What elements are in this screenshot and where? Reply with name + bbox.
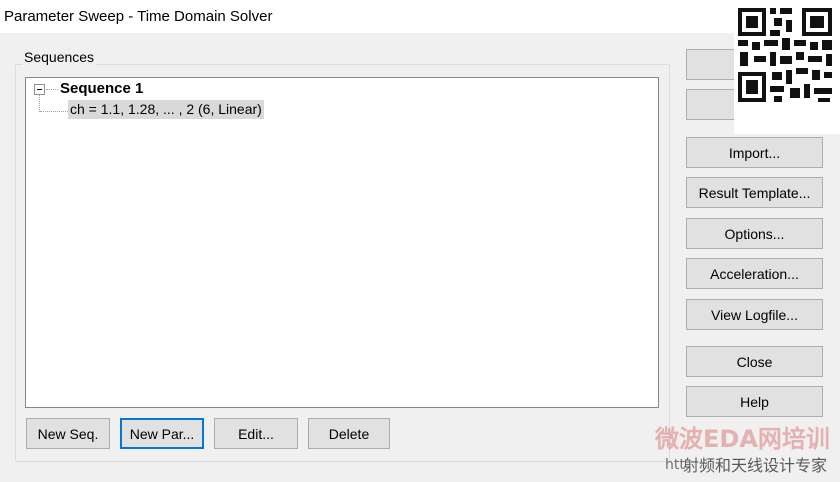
- tree-node-sequence-1[interactable]: Sequence 1: [60, 80, 143, 97]
- watermark-line2: 射频和天线设计专家: [683, 456, 827, 475]
- acceleration-button[interactable]: Acceleration...: [686, 258, 823, 289]
- qr-code-icon: [734, 0, 840, 134]
- watermark-line1: 微波EDA网培训: [655, 425, 830, 453]
- new-seq-button[interactable]: New Seq.: [26, 418, 110, 449]
- delete-button[interactable]: Delete: [308, 418, 390, 449]
- qr-code-overlay: [734, 0, 840, 134]
- tree-connector: [39, 95, 40, 112]
- watermark: 微波EDA网培训 htt 射频和天线设计专家: [654, 425, 840, 479]
- import-button[interactable]: Import...: [686, 137, 823, 168]
- tree-node-parameter[interactable]: ch = 1.1, 1.28, ... , 2 (6, Linear): [68, 100, 264, 119]
- collapse-icon[interactable]: [34, 84, 45, 95]
- options-button[interactable]: Options...: [686, 218, 823, 249]
- tree-connector: [40, 111, 68, 112]
- view-logfile-button[interactable]: View Logfile...: [686, 299, 823, 330]
- edit-button[interactable]: Edit...: [214, 418, 298, 449]
- watermark-logo: 微波EDA网培训 htt 射频和天线设计专家: [654, 425, 830, 475]
- sequences-group-label: Sequences: [22, 49, 97, 65]
- title-bar: Parameter Sweep - Time Domain Solver: [0, 0, 840, 33]
- help-button[interactable]: Help: [686, 386, 823, 417]
- tree-connector: [46, 89, 58, 90]
- window-title: Parameter Sweep - Time Domain Solver: [4, 8, 273, 25]
- close-button[interactable]: Close: [686, 346, 823, 377]
- result-template-button[interactable]: Result Template...: [686, 177, 823, 208]
- new-par-button[interactable]: New Par...: [120, 418, 204, 449]
- sequence-tree[interactable]: Sequence 1 ch = 1.1, 1.28, ... , 2 (6, L…: [25, 77, 659, 408]
